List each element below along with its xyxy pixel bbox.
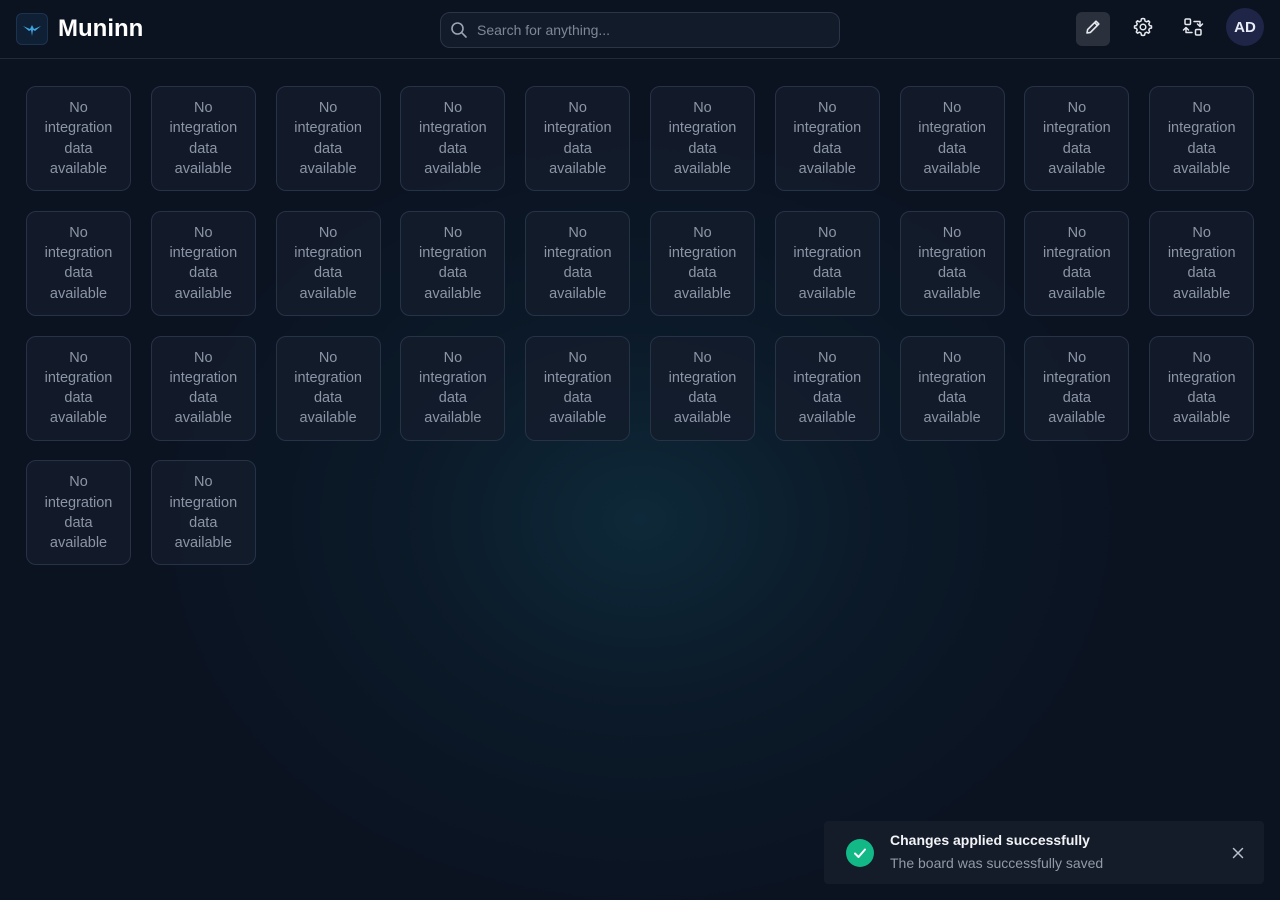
- tile-empty-message: No integration data available: [1167, 224, 1236, 302]
- search-input[interactable]: [475, 21, 819, 39]
- tile-empty-message: No integration data available: [169, 224, 238, 302]
- integration-tile[interactable]: No integration data available: [150, 460, 256, 566]
- integration-tile[interactable]: No integration data available: [150, 86, 256, 191]
- tile-empty-message: No integration data available: [44, 349, 113, 427]
- integration-tile[interactable]: No integration data available: [774, 210, 880, 316]
- tile-empty-message: No integration data available: [543, 349, 612, 427]
- tile-empty-message: No integration data available: [1043, 349, 1111, 427]
- tile-empty-message: No integration data available: [419, 349, 487, 427]
- check-icon: [846, 839, 874, 867]
- integration-tile[interactable]: No integration data available: [275, 210, 381, 316]
- integration-tile[interactable]: No integration data available: [1149, 335, 1255, 441]
- integration-tile[interactable]: No integration data available: [275, 335, 381, 441]
- integration-tile[interactable]: No integration data available: [899, 210, 1005, 316]
- integration-tile[interactable]: No integration data available: [150, 210, 256, 316]
- tile-empty-message: No integration data available: [294, 99, 362, 177]
- search-icon: [449, 20, 469, 40]
- tile-empty-message: No integration data available: [419, 224, 487, 302]
- tile-empty-message: No integration data available: [793, 349, 862, 427]
- integration-tile[interactable]: No integration data available: [26, 210, 131, 316]
- integration-tile[interactable]: No integration data available: [26, 335, 131, 441]
- integration-tile[interactable]: No integration data available: [649, 210, 755, 316]
- tile-empty-message: No integration data available: [44, 474, 113, 552]
- integration-tile[interactable]: No integration data available: [26, 460, 131, 566]
- tile-empty-message: No integration data available: [1167, 349, 1236, 427]
- tile-empty-message: No integration data available: [793, 224, 862, 302]
- tile-empty-message: No integration data available: [169, 474, 238, 552]
- tile-empty-message: No integration data available: [169, 99, 238, 177]
- tile-empty-message: No integration data available: [1043, 99, 1111, 177]
- gear-icon: [1132, 16, 1154, 43]
- tile-empty-message: No integration data available: [294, 349, 362, 427]
- tile-empty-message: No integration data available: [44, 99, 113, 177]
- integration-tile[interactable]: No integration data available: [1024, 86, 1130, 191]
- tile-empty-message: No integration data available: [169, 349, 238, 427]
- integration-tile[interactable]: No integration data available: [1024, 210, 1130, 316]
- tile-empty-message: No integration data available: [668, 349, 737, 427]
- edit-mode-button[interactable]: [1076, 12, 1110, 46]
- top-header: Muninn Search for anything... AD: [0, 0, 1280, 59]
- arrows-exchange-icon: [1182, 16, 1204, 43]
- tile-empty-message: No integration data available: [918, 349, 986, 427]
- integration-tile[interactable]: No integration data available: [26, 86, 131, 191]
- integration-tile[interactable]: No integration data available: [525, 86, 631, 191]
- settings-button[interactable]: [1126, 12, 1160, 46]
- integration-tile[interactable]: No integration data available: [774, 335, 880, 441]
- tile-empty-message: No integration data available: [1167, 99, 1236, 177]
- tile-empty-message: No integration data available: [543, 224, 612, 302]
- tile-empty-message: No integration data available: [918, 224, 986, 302]
- board-grid: No integration data available No integrat…: [26, 86, 1256, 566]
- integration-tile[interactable]: No integration data available: [649, 335, 755, 441]
- integration-tile[interactable]: No integration data available: [400, 86, 506, 191]
- integration-tile[interactable]: No integration data available: [400, 335, 506, 441]
- toast-message: The board was successfully saved: [890, 855, 1104, 871]
- integration-tile[interactable]: No integration data available: [1024, 335, 1130, 441]
- success-toast: Changes applied successfully The board w…: [824, 821, 1264, 884]
- raven-logo-icon[interactable]: [16, 13, 48, 45]
- tile-empty-message: No integration data available: [1043, 224, 1111, 302]
- integration-tile[interactable]: No integration data available: [899, 335, 1005, 441]
- integration-tile[interactable]: No integration data available: [150, 335, 256, 441]
- integration-tile[interactable]: No integration data available: [899, 86, 1005, 191]
- tile-empty-message: No integration data available: [543, 99, 612, 177]
- tile-empty-message: No integration data available: [668, 99, 737, 177]
- pencil-icon: [1083, 17, 1103, 42]
- search-bar[interactable]: [440, 12, 840, 48]
- integration-tile[interactable]: No integration data available: [649, 86, 755, 191]
- integration-tile[interactable]: No integration data available: [525, 335, 631, 441]
- tile-empty-message: No integration data available: [668, 224, 737, 302]
- close-icon[interactable]: [1230, 845, 1246, 861]
- tile-empty-message: No integration data available: [419, 99, 487, 177]
- integration-tile[interactable]: No integration data available: [275, 86, 381, 191]
- tile-empty-message: No integration data available: [793, 99, 862, 177]
- integration-tile[interactable]: No integration data available: [774, 86, 880, 191]
- tile-empty-message: No integration data available: [918, 99, 986, 177]
- tile-empty-message: No integration data available: [44, 224, 113, 302]
- integration-tile[interactable]: No integration data available: [400, 210, 506, 316]
- toast-title: Changes applied successfully: [890, 832, 1090, 848]
- tile-empty-message: No integration data available: [294, 224, 362, 302]
- switch-board-button[interactable]: [1176, 12, 1210, 46]
- integration-tile[interactable]: No integration data available: [1149, 210, 1255, 316]
- integration-tile[interactable]: No integration data available: [1149, 86, 1255, 191]
- integration-tile[interactable]: No integration data available: [525, 210, 631, 316]
- user-avatar[interactable]: AD: [1226, 8, 1264, 46]
- app-name[interactable]: Muninn: [58, 13, 143, 45]
